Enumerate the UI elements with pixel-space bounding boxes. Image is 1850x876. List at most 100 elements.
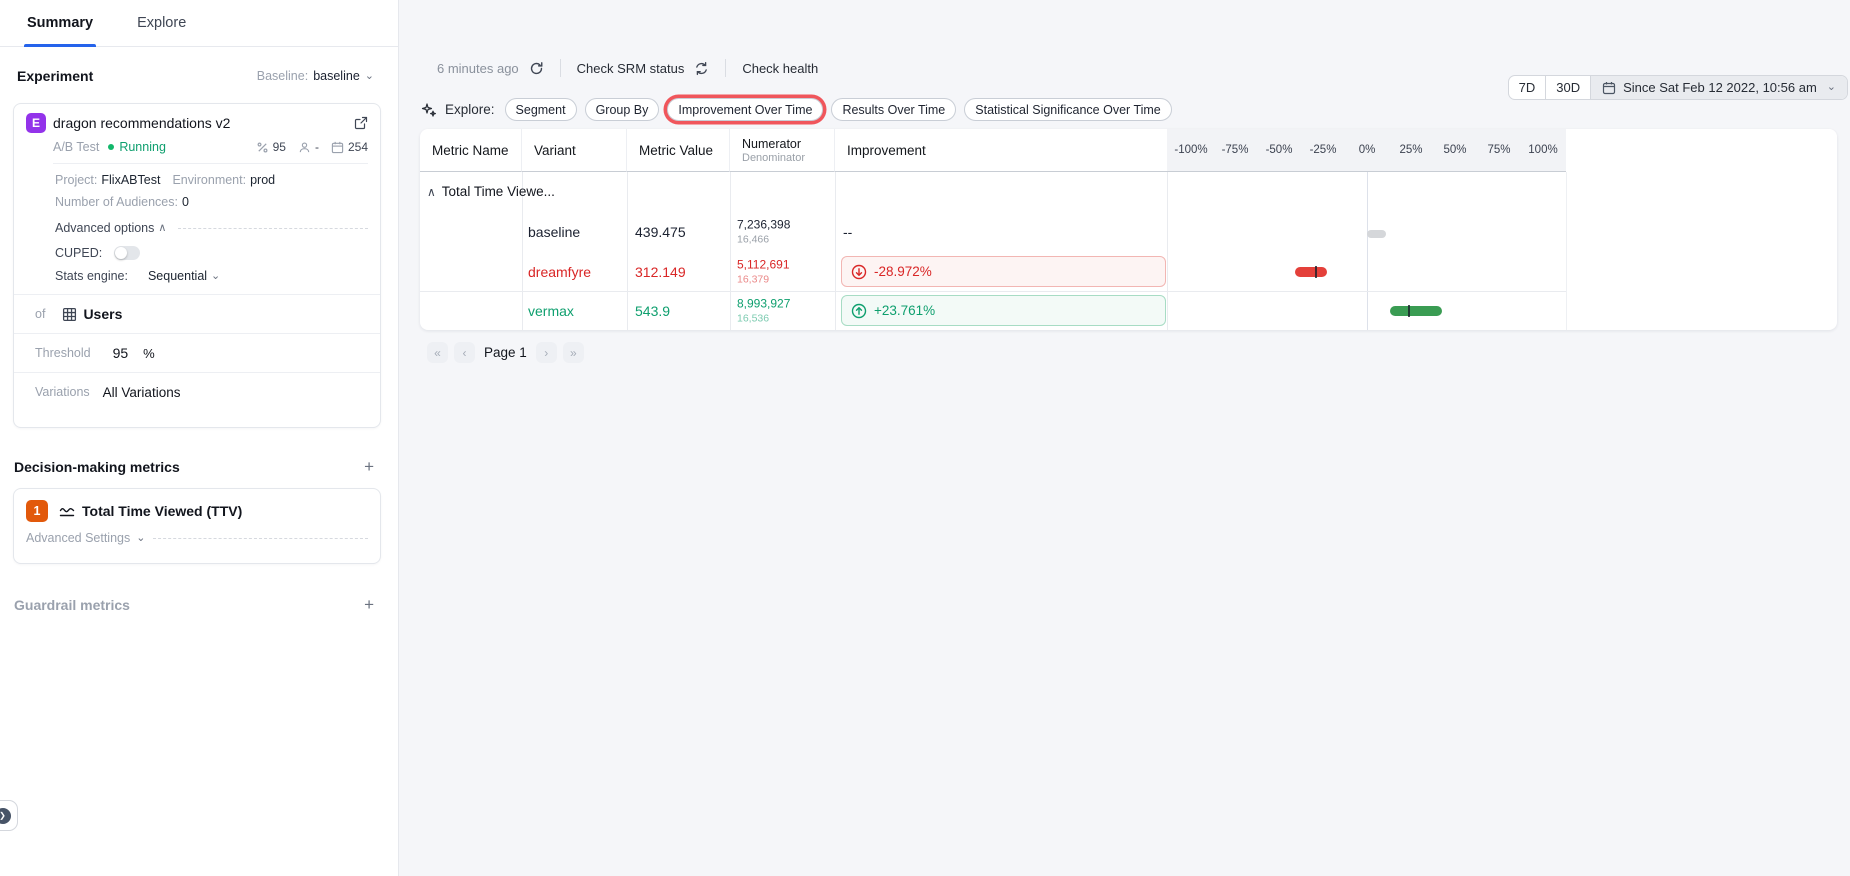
metric-title[interactable]: Total Time Viewed (TTV) [82,503,242,519]
column-divider [627,172,628,330]
add-decision-metric-button[interactable]: + [364,458,374,475]
axis-tick: 100% [1528,144,1558,156]
divider [53,163,368,164]
axis-tick: 75% [1487,144,1511,156]
range-7d-button[interactable]: 7D [1509,76,1546,99]
metric-value: 312.149 [635,264,686,280]
header-numerator-denominator: Numerator Denominator [730,129,835,172]
metric-value: 439.475 [635,224,686,240]
date-range-text: Since Sat Feb 12 2022, 10:56 am [1623,80,1817,95]
improvement-value: +23.761% [874,303,936,318]
arrow-down-circle-icon [851,264,867,280]
header-denominator: Denominator [742,151,805,164]
page-next-button[interactable]: › [535,342,557,363]
improvement-badge-negative: -28.972% [841,256,1166,287]
of-label: of [35,307,46,321]
numerator-denominator: 8,993,927 16,536 [737,296,790,325]
ci-bar-vermax [1390,306,1442,316]
explore-label: Explore: [445,102,495,117]
table-body: ∧ Total Time Viewe... baseline 439.475 7… [420,172,1837,330]
project-label: Project: [55,173,98,187]
add-guardrail-metric-button[interactable]: + [364,596,374,613]
advanced-settings-toggle[interactable]: Advanced Settings ⌄ [14,522,380,545]
check-srm-button[interactable]: Check SRM status [577,61,685,76]
results-table: Metric Name Variant Metric Value Numerat… [420,129,1837,330]
grid-icon [62,307,77,322]
advanced-options-toggle[interactable]: Advanced options ∧ [14,221,380,235]
sidebar: Summary Explore Experiment Baseline: bas… [0,0,399,876]
stats-engine-label: Stats engine: [55,269,128,283]
page-prev-button[interactable]: ‹ [454,342,475,363]
arrow-up-circle-icon [851,303,867,319]
tab-summary[interactable]: Summary [24,0,97,47]
experiment-header: Experiment Baseline: baseline ⌄ [17,68,374,84]
last-updated-text: 6 minutes ago [437,60,519,76]
running-dot-icon [108,144,115,150]
numerator-value: 7,236,398 [737,217,791,232]
stat-percent: 95 [272,140,286,154]
range-30d-button[interactable]: 30D [1545,76,1590,99]
unit-type-value: Users [83,306,123,322]
results-toolbar: 6 minutes ago Check SRM status Check hea… [437,59,818,77]
advanced-options-label: Advanced options [55,221,155,235]
variant-name: baseline [528,224,581,240]
numerator-value: 5,112,691 [737,257,790,272]
help-icon: ❯ [0,807,11,824]
check-health-button[interactable]: Check health [742,61,818,76]
help-widget-button[interactable]: ❯ [0,800,18,831]
divider [559,59,561,77]
line-chart-icon [59,504,75,518]
page-label: Page 1 [484,345,527,360]
status-badge: Running [119,140,166,154]
threshold-input[interactable]: 95 [113,345,129,361]
cuped-toggle[interactable] [114,246,141,260]
header-metric-value: Metric Value [627,129,730,172]
axis-tick: -100% [1174,144,1208,156]
divider [725,59,727,77]
experiment-heading: Experiment [17,68,94,84]
audiences-label: Number of Audiences: [55,195,178,209]
date-range-picker[interactable]: Since Sat Feb 12 2022, 10:56 am ⌄ [1590,76,1847,99]
unit-type-row[interactable]: of Users [14,294,380,333]
experiment-card: E dragon recommendations v2 A/B Test Run… [13,103,381,428]
chevron-down-icon: ⌄ [136,531,146,544]
stat-users: - [314,140,319,154]
variant-name: dreamfyre [528,264,592,280]
ci-bar-dreamfyre [1295,267,1327,277]
guardrail-heading: Guardrail metrics [14,596,130,613]
variations-row[interactable]: Variations All Variations [14,372,380,411]
numerator-denominator: 5,112,691 16,379 [737,257,790,286]
improvement-value: -28.972% [874,264,932,279]
denominator-value: 16,379 [737,272,770,285]
header-improvement: Improvement [835,129,1167,172]
header-metric-name: Metric Name [420,129,522,172]
refresh-icon[interactable] [529,61,544,76]
page-first-button[interactable]: « [427,342,448,363]
decision-metrics-heading: Decision-making metrics [14,458,180,475]
baseline-label: Baseline: [256,69,309,83]
header-filler [1566,129,1837,172]
chip-group-by[interactable]: Group By [584,98,660,121]
column-divider [1167,172,1168,330]
chip-statistical-significance[interactable]: Statistical Significance Over Time [964,98,1172,121]
page-last-button[interactable]: » [562,342,584,363]
experiment-mini-stats: 95 - 254 [256,140,368,154]
external-link-icon[interactable] [354,116,368,130]
axis-tick: 0% [1358,144,1376,156]
chip-segment[interactable]: Segment [504,98,577,121]
chevron-down-icon: ⌄ [364,69,374,82]
tab-explore[interactable]: Explore [134,0,189,46]
stats-engine-value[interactable]: Sequential [148,269,207,283]
metric-group-row[interactable]: ∧ Total Time Viewe... [427,184,555,199]
decision-metrics-header: Decision-making metrics + [14,458,374,475]
baseline-dropdown[interactable]: Baseline: baseline ⌄ [257,69,374,83]
chart-axis: -100% -75% -50% -25% 0% 25% 50% 75% 100% [1167,129,1566,172]
chip-improvement-over-time[interactable]: Improvement Over Time [667,98,824,121]
denominator-value: 16,466 [737,232,770,245]
chip-results-over-time[interactable]: Results Over Time [831,98,957,121]
threshold-unit: % [143,345,155,361]
variations-label: Variations [35,385,90,399]
improvement-value: -- [843,224,853,240]
sync-icon[interactable] [694,61,709,76]
date-range-controls: 7D 30D Since Sat Feb 12 2022, 10:56 am ⌄ [1507,75,1848,100]
